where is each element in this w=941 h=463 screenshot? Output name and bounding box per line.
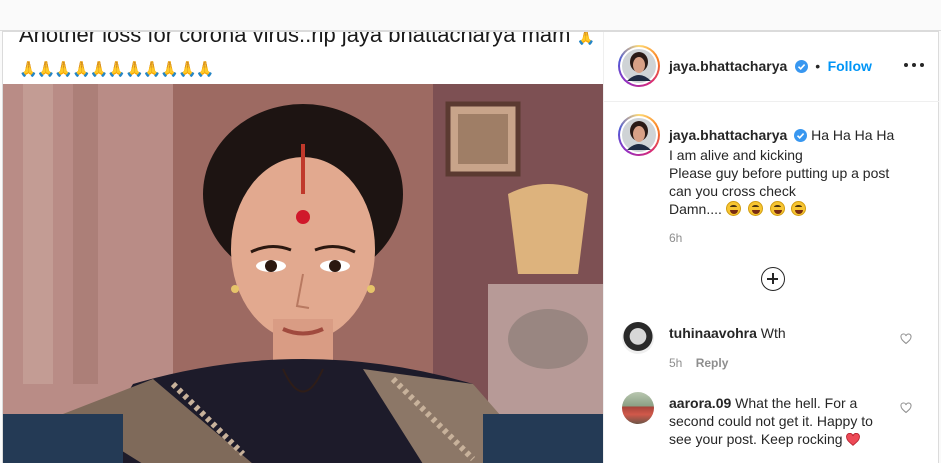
comment-text: Wth bbox=[760, 325, 786, 341]
load-more-comments-icon[interactable] bbox=[761, 267, 785, 291]
comment-username[interactable]: tuhinaavohra bbox=[669, 325, 757, 341]
grinning-tears-emoji-icon bbox=[769, 201, 785, 216]
author-avatar[interactable] bbox=[618, 45, 660, 87]
caption-timestamp[interactable]: 6h bbox=[669, 231, 682, 245]
post-caption: jaya.bhattacharya Ha Ha Ha Ha I am alive… bbox=[669, 126, 929, 218]
author-line: jaya.bhattacharya • Follow bbox=[669, 58, 872, 78]
caption-line-4: can you cross check bbox=[669, 183, 796, 199]
comment-avatar[interactable] bbox=[622, 322, 654, 354]
caption-line-3: Please guy before putting up a post bbox=[669, 165, 890, 181]
caption-line-1: Ha Ha Ha Ha bbox=[811, 127, 895, 143]
red-heart-emoji-icon bbox=[846, 432, 861, 446]
follow-button[interactable]: Follow bbox=[828, 58, 872, 74]
caption-author-avatar[interactable] bbox=[618, 114, 660, 156]
post-dialog: Another loss for corona virus..rip jaya … bbox=[2, 31, 939, 463]
caption-line-2: I am alive and kicking bbox=[669, 147, 803, 163]
verified-badge-icon bbox=[794, 60, 808, 78]
post-photo bbox=[3, 84, 603, 463]
caption-avatar-photo bbox=[622, 118, 656, 152]
post-media[interactable]: Another loss for corona virus..rip jaya … bbox=[3, 32, 603, 463]
separator-dot: • bbox=[815, 58, 821, 74]
post-header: jaya.bhattacharya • Follow bbox=[604, 32, 939, 102]
author-avatar-photo bbox=[622, 49, 656, 83]
like-heart-icon[interactable] bbox=[900, 333, 912, 345]
more-options-icon[interactable] bbox=[903, 56, 925, 74]
meme-caption-words: Another loss for corona virus..rip jaya … bbox=[19, 32, 571, 47]
post-side-panel: jaya.bhattacharya • Follow jaya.bhattach… bbox=[603, 32, 939, 463]
grinning-tears-emoji-icon bbox=[791, 201, 807, 216]
verified-badge-icon bbox=[794, 128, 808, 146]
comment-meta: 5h Reply bbox=[669, 356, 728, 370]
meme-caption-text: Another loss for corona virus..rip jaya … bbox=[19, 32, 599, 84]
reply-button[interactable]: Reply bbox=[696, 356, 729, 370]
author-username[interactable]: jaya.bhattacharya bbox=[669, 58, 787, 74]
comment: aarora.09 What the hell. For a second co… bbox=[669, 394, 894, 448]
grinning-tears-emoji-icon bbox=[747, 201, 763, 216]
comment-avatar[interactable] bbox=[622, 392, 654, 424]
comment-username[interactable]: aarora.09 bbox=[669, 395, 731, 411]
like-heart-icon[interactable] bbox=[900, 402, 912, 414]
comment: tuhinaavohra Wth bbox=[669, 324, 894, 342]
comment-timestamp[interactable]: 5h bbox=[669, 356, 682, 370]
grinning-tears-emoji-icon bbox=[725, 201, 741, 216]
page-top-bar bbox=[0, 0, 941, 31]
meme-caption-band: Another loss for corona virus..rip jaya … bbox=[3, 32, 603, 84]
caption-line-5: Damn.... bbox=[669, 201, 722, 217]
caption-username[interactable]: jaya.bhattacharya bbox=[669, 127, 787, 143]
portrait-illustration bbox=[3, 84, 603, 463]
